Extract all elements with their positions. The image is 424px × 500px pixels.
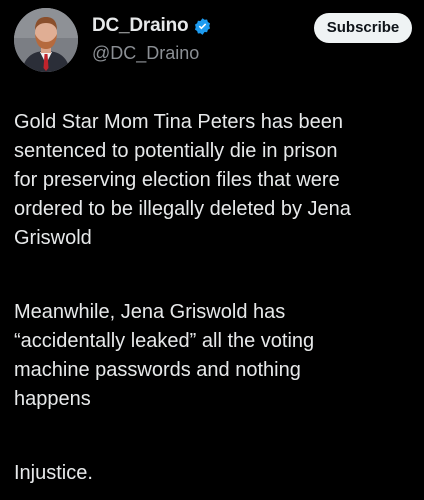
verified-badge-icon (193, 17, 212, 36)
author-info: DC_Draino @DC_Draino (92, 14, 212, 64)
post-header: DC_Draino @DC_Draino Subscribe (14, 8, 412, 72)
display-name-row: DC_Draino (92, 14, 212, 38)
post-paragraph: Injustice. (14, 462, 93, 484)
author-handle[interactable]: @DC_Draino (92, 43, 212, 64)
tweet-post: DC_Draino @DC_Draino Subscribe Gold Star… (0, 0, 424, 500)
subscribe-button[interactable]: Subscribe (314, 13, 412, 43)
post-paragraph: Meanwhile, Jena Griswold has “accidental… (14, 301, 315, 410)
post-paragraph: Gold Star Mom Tina Peters has been sente… (14, 111, 351, 249)
author-avatar[interactable] (14, 8, 78, 72)
profile-photo (14, 8, 78, 72)
display-name[interactable]: DC_Draino (92, 15, 189, 37)
